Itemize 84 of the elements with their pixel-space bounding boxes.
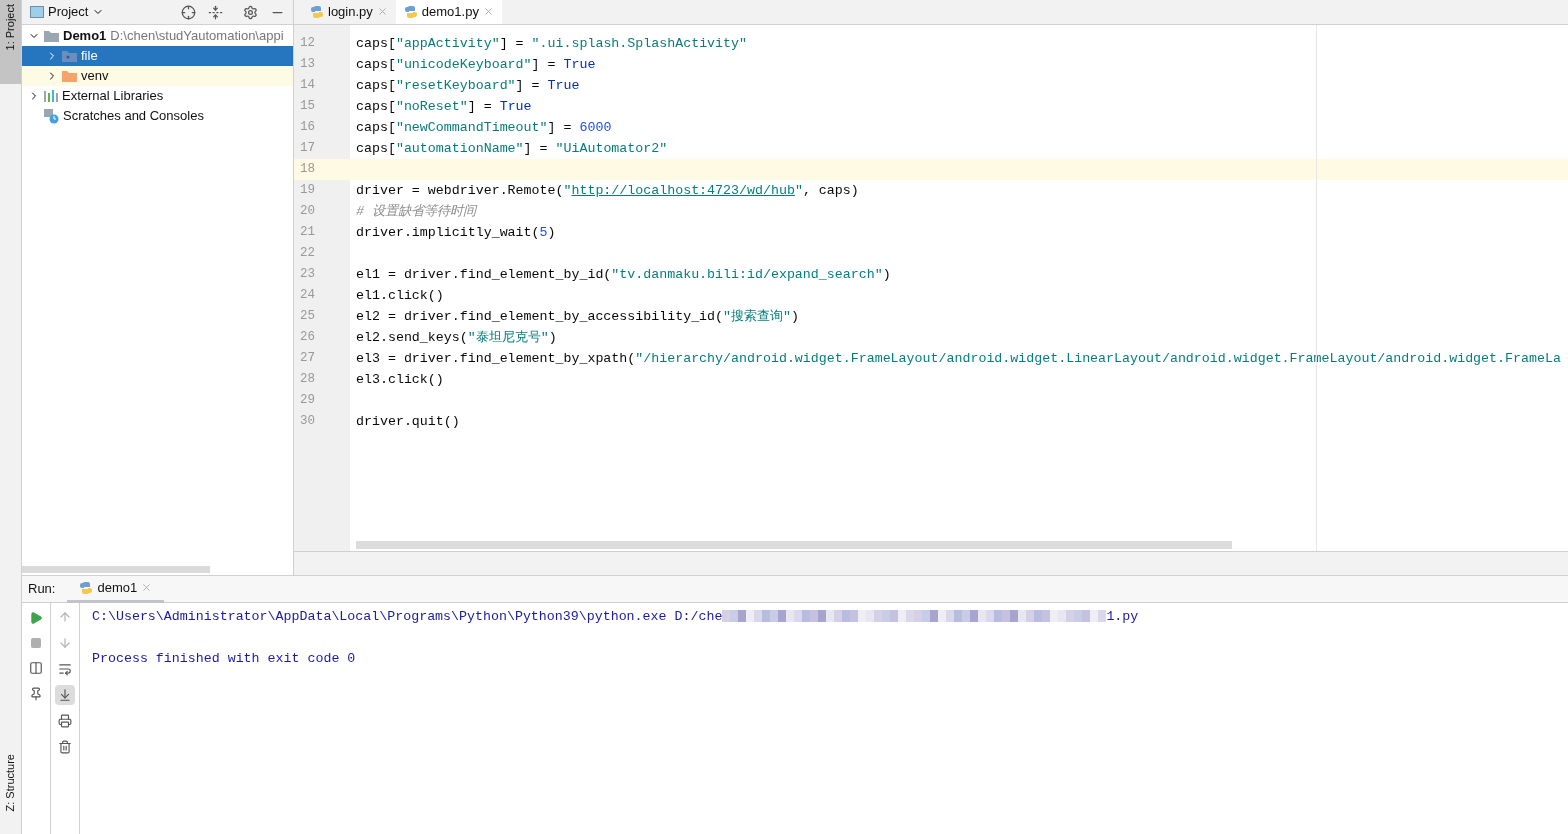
print-icon xyxy=(58,714,72,728)
tree-label: Scratches and Consoles xyxy=(63,107,204,126)
editor-tab[interactable]: demo1.py xyxy=(395,0,502,24)
pin-icon[interactable] xyxy=(29,687,43,701)
code-line: el1.click() xyxy=(356,286,444,305)
collapse-icon[interactable] xyxy=(208,4,223,20)
code-line: driver = webdriver.Remote("http://localhost:4723/wd/hub", caps) xyxy=(356,181,859,200)
tree-label: External Libraries xyxy=(62,87,164,106)
close-icon[interactable] xyxy=(141,582,153,593)
folder-icon xyxy=(62,70,77,82)
line-number: 12 xyxy=(299,35,316,53)
project-stripe-tab[interactable]: 1: Project xyxy=(0,0,21,84)
run-label: Run: xyxy=(28,580,56,599)
line-number: 14 xyxy=(299,77,316,95)
line-number: 25 xyxy=(299,308,316,326)
tree-item[interactable]: External Libraries xyxy=(22,86,293,106)
code-line: driver.implicitly_wait(5) xyxy=(356,223,556,242)
line-number: 30 xyxy=(299,413,316,431)
line-number: 26 xyxy=(299,329,316,347)
editor-tab[interactable]: login.py xyxy=(302,0,396,24)
code-line: caps["newCommandTimeout"] = 6000 xyxy=(356,118,612,137)
python-file-icon xyxy=(310,4,324,19)
project-window-icon xyxy=(30,6,44,18)
scroll-to-end-button[interactable] xyxy=(55,685,75,705)
down-arrow-icon xyxy=(58,636,72,650)
code-line: el2.send_keys("泰坦尼克号") xyxy=(356,328,557,347)
tree-path: D:\chen\studYautomation\appi xyxy=(110,27,284,46)
python-file-icon xyxy=(403,4,418,19)
layout-icon[interactable] xyxy=(29,661,43,675)
tree-label: Demo1 xyxy=(63,27,107,46)
code-line: el3 = driver.find_element_by_xpath("/hierarchy/android.widget.FrameLayout/android.widget.LinearLayout/android.widget.FrameLayout/android.widget.FrameLa xyxy=(356,349,1561,368)
tree-item[interactable]: Scratches and Consoles xyxy=(22,106,293,126)
code-line: caps["resetKeyboard"] = True xyxy=(356,76,580,95)
tree-item[interactable]: file xyxy=(22,46,293,66)
line-number: 21 xyxy=(299,224,316,242)
line-number: 18 xyxy=(294,159,350,180)
code-line: el3.click() xyxy=(356,370,444,389)
stripe-label: 1: Project xyxy=(3,4,18,51)
settings-icon[interactable] xyxy=(243,4,258,20)
tree-item[interactable]: Demo1 D:\chen\studYautomation\appi xyxy=(22,26,293,46)
folder-icon xyxy=(44,30,59,42)
folder-icon xyxy=(62,50,77,62)
python-file-icon xyxy=(79,580,94,595)
line-number: 29 xyxy=(299,392,316,410)
structure-stripe-tab[interactable]: Z: Structure xyxy=(0,750,21,834)
line-number: 20 xyxy=(299,203,316,221)
line-number: 23 xyxy=(299,266,316,284)
scroll-to-end-icon xyxy=(58,688,72,702)
close-icon[interactable] xyxy=(376,6,388,17)
libraries-icon xyxy=(44,90,58,102)
panel-title[interactable]: Project xyxy=(48,2,89,22)
up-arrow-icon xyxy=(58,610,72,624)
trash-icon xyxy=(58,740,72,754)
scrollbar[interactable] xyxy=(22,566,210,573)
line-number: 27 xyxy=(299,350,316,368)
locate-icon[interactable] xyxy=(181,4,196,20)
tree-item[interactable]: venv xyxy=(22,66,293,86)
console-line: C:\Users\Administrator\AppData\Local\Programs\Python\Python39\python.exe D:/che 1.py xyxy=(92,607,1139,626)
soft-wrap-icon xyxy=(58,662,72,676)
code-line: caps["appActivity"] = ".ui.splash.SplashActivity" xyxy=(356,34,747,53)
run-tab[interactable]: demo1 xyxy=(67,575,165,603)
code-line: # 设置缺省等待时间 xyxy=(356,202,476,221)
line-number: 28 xyxy=(299,371,316,389)
code-line: caps["automationName"] = "UiAutomator2" xyxy=(356,139,668,158)
code-line: caps["noReset"] = True xyxy=(356,97,532,116)
line-number: 13 xyxy=(299,56,316,74)
scrollbar[interactable] xyxy=(356,541,1232,549)
line-number: 15 xyxy=(299,98,316,116)
run-icon[interactable] xyxy=(29,611,43,625)
line-number: 17 xyxy=(299,140,316,158)
code-line: el2 = driver.find_element_by_accessibility_id("搜索查询") xyxy=(356,307,799,326)
close-icon[interactable] xyxy=(482,6,494,17)
code-line: el1 = driver.find_element_by_id("tv.danmaku.bili:id/expand_search") xyxy=(356,265,891,284)
console-line: Process finished with exit code 0 xyxy=(92,649,356,668)
line-number: 16 xyxy=(299,119,316,137)
tree-label: venv xyxy=(81,67,109,86)
code-line: driver.quit() xyxy=(356,412,460,431)
line-number: 24 xyxy=(299,287,316,305)
line-number: 22 xyxy=(299,245,316,263)
tree-label: file xyxy=(81,47,98,66)
line-number: 19 xyxy=(299,182,316,200)
scratch-clock-icon xyxy=(44,108,59,124)
code-line: caps["unicodeKeyboard"] = True xyxy=(356,55,596,74)
stripe-label: Z: Structure xyxy=(3,754,18,812)
